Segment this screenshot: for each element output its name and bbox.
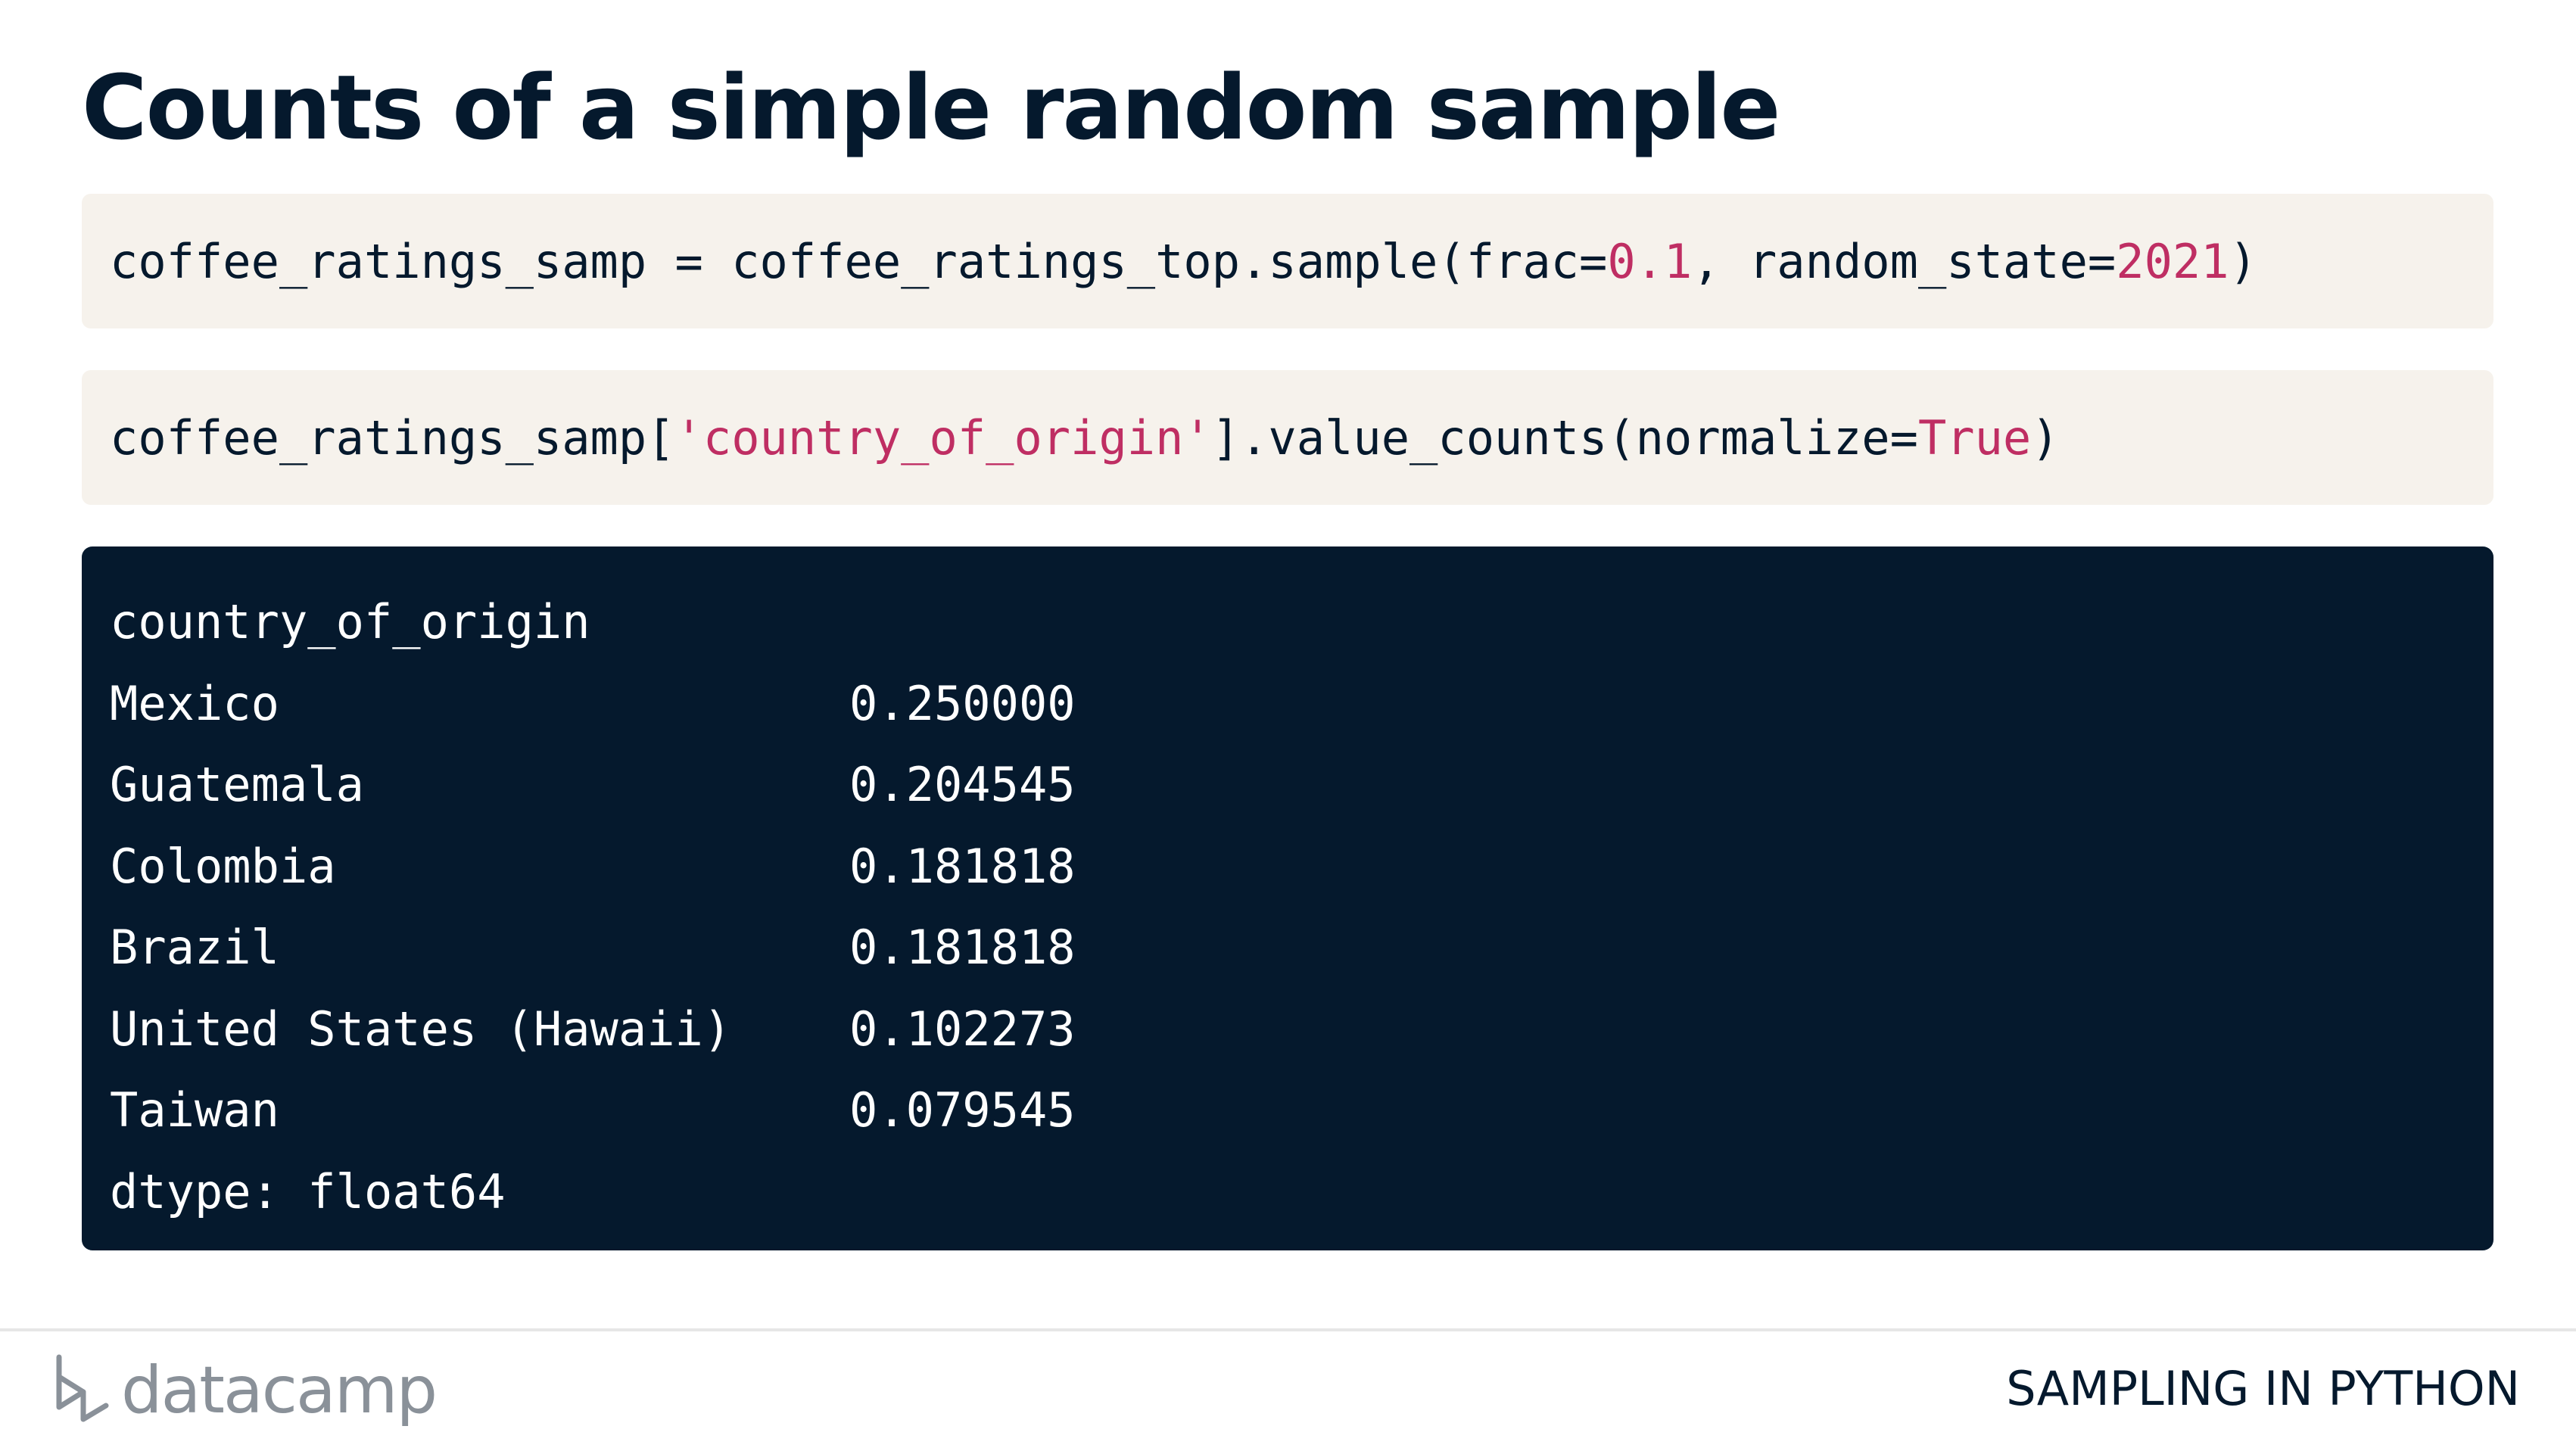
- code-text: coffee_ratings_samp = coffee_ratings_top…: [110, 233, 1608, 289]
- output-country: Colombia: [110, 838, 336, 894]
- output-country: Mexico: [110, 675, 279, 731]
- output-value: 0.181818: [849, 838, 1076, 894]
- course-name: SAMPLING IN PYTHON: [2006, 1361, 2520, 1416]
- code-block-sample: coffee_ratings_samp = coffee_ratings_top…: [82, 194, 2493, 328]
- output-row: Brazil 0.181818: [110, 907, 2493, 989]
- output-value: 0.181818: [849, 920, 1076, 975]
- output-value: 0.204545: [849, 757, 1076, 812]
- output-value: 0.079545: [849, 1082, 1076, 1138]
- column-string: 'country_of_origin': [674, 409, 1212, 466]
- output-header: country_of_origin: [110, 594, 590, 649]
- code-text: , random_state=: [1692, 233, 2117, 289]
- output-block: country_of_origin Mexico 0.250000 Guatema…: [82, 546, 2493, 1250]
- datacamp-mark-icon: [56, 1354, 109, 1422]
- code-text: coffee_ratings_samp[: [110, 409, 675, 466]
- output-country: Guatemala: [110, 757, 364, 812]
- logo-text: datacamp: [121, 1353, 438, 1428]
- output-value: 0.250000: [849, 675, 1076, 731]
- normalize-value: True: [1917, 409, 2032, 466]
- output-row: Colombia 0.181818: [110, 826, 2493, 908]
- output-row: Mexico 0.250000: [110, 663, 2493, 745]
- output-row: United States (Hawaii) 0.102273: [110, 989, 2493, 1070]
- slide-title: Counts of a simple random sample: [82, 55, 1780, 160]
- output-row: Taiwan 0.079545: [110, 1070, 2493, 1151]
- random-state-value: 2021: [2116, 233, 2229, 289]
- code-text: ): [2031, 409, 2060, 466]
- output-country: Brazil: [110, 920, 279, 975]
- footer-divider: [0, 1328, 2576, 1331]
- output-rows: Mexico 0.250000 Guatemala 0.204545 Colombi…: [110, 663, 2493, 1151]
- frac-value: 0.1: [1607, 233, 1693, 289]
- output-row: Guatemala 0.204545: [110, 744, 2493, 826]
- code-text: ): [2229, 233, 2257, 289]
- output-country: Taiwan: [110, 1082, 279, 1138]
- code-text: ].value_counts(normalize=: [1211, 409, 1918, 466]
- code-block-value-counts: coffee_ratings_samp['country_of_origin']…: [82, 370, 2493, 505]
- datacamp-logo: datacamp: [53, 1349, 438, 1432]
- output-value: 0.102273: [849, 1001, 1076, 1057]
- output-country: United States (Hawaii): [110, 1001, 732, 1057]
- output-dtype: dtype: float64: [110, 1163, 506, 1219]
